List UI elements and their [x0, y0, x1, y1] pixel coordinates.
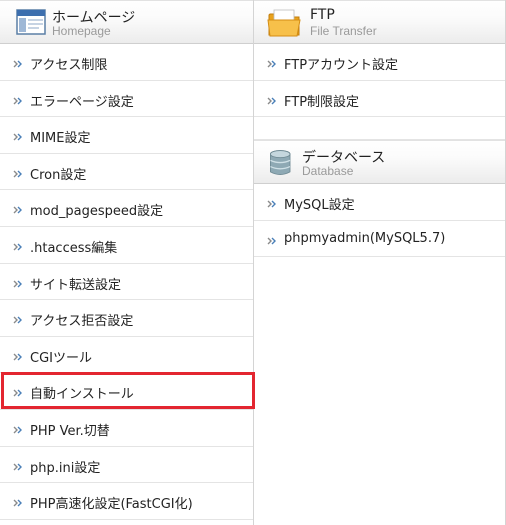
homepage-menu-item-4[interactable]: mod_pagespeed設定 — [0, 190, 253, 227]
arrow-icon — [13, 133, 22, 141]
ftp-menu-item-1[interactable]: FTP制限設定 — [254, 81, 505, 117]
menu-item-label: .htaccess編集 — [30, 240, 118, 256]
menu-item-label: MIME設定 — [30, 131, 91, 147]
arrow-icon — [13, 60, 22, 68]
homepage-menu: アクセス制限エラーページ設定 MIME設定 Cron設定 mod_pagespeed設… — [0, 44, 253, 520]
menu-item-label: phpmyadmin(MySQL5.7) — [284, 230, 446, 246]
homepage-menu-item-1[interactable]: エラーページ設定 — [0, 81, 253, 118]
menu-item-label: PHP高速化設定(FastCGI化) — [30, 497, 193, 513]
menu-item-label: Cron設定 — [30, 167, 87, 183]
homepage-section-header: ホームページ Homepage — [0, 0, 253, 44]
homepage-menu-item-0[interactable]: アクセス制限 — [0, 44, 253, 81]
menu-item-label: FTPアカウント設定 — [284, 58, 399, 73]
arrow-icon — [13, 243, 22, 251]
database-menu-item-1[interactable]: phpmyadmin(MySQL5.7) — [254, 221, 505, 257]
database-section-header: データベース Database — [254, 140, 505, 184]
ftp-section-header: FTP File Transfer — [254, 0, 505, 44]
arrow-icon — [13, 170, 22, 178]
arrow-icon — [267, 200, 276, 208]
arrow-icon — [13, 316, 22, 324]
menu-item-label: アクセス拒否設定 — [30, 314, 134, 330]
menu-item-label: エラーページ設定 — [30, 94, 134, 110]
homepage-menu-item-8[interactable]: CGIツール — [0, 337, 253, 374]
arrow-icon — [13, 280, 22, 288]
menu-item-label: MySQL設定 — [284, 198, 355, 213]
homepage-menu-item-3[interactable]: Cron設定 — [0, 154, 253, 191]
arrow-icon — [267, 97, 276, 104]
menu-item-label: FTP制限設定 — [284, 94, 360, 110]
ftp-title: FTP — [310, 7, 335, 23]
database-icon — [270, 150, 291, 175]
browser-window-icon — [16, 9, 46, 35]
homepage-menu-item-9[interactable]: 自動インストール — [0, 373, 253, 410]
arrow-icon — [13, 97, 22, 105]
menu-item-label: mod_pagespeed設定 — [30, 204, 164, 220]
folder-icon — [267, 9, 301, 37]
homepage-menu-item-12[interactable]: PHP高速化設定(FastCGI化) — [0, 483, 253, 520]
database-menu: MySQL設定 phpmyadmin(MySQL5.7) — [254, 184, 505, 257]
homepage-menu-item-5[interactable]: .htaccess編集 — [0, 227, 253, 264]
homepage-menu-item-7[interactable]: アクセス拒否設定 — [0, 300, 253, 337]
arrow-icon — [13, 389, 22, 397]
homepage-menu-item-6[interactable]: サイト転送設定 — [0, 264, 253, 301]
homepage-menu-item-10[interactable]: PHP Ver.切替 — [0, 410, 253, 447]
arrow-icon — [13, 463, 22, 471]
arrow-icon — [13, 426, 22, 434]
arrow-icon — [13, 353, 22, 361]
homepage-menu-item-11[interactable]: php.ini設定 — [0, 447, 253, 484]
ftp-menu-item-0[interactable]: FTPアカウント設定 — [254, 44, 505, 81]
ftp-subtitle: File Transfer — [310, 24, 377, 38]
ftp-menu: FTPアカウント設定 FTP制限設定 — [254, 44, 505, 117]
menu-item-label: 自動インストール — [30, 387, 134, 403]
database-subtitle: Database — [302, 164, 354, 178]
homepage-menu-item-2[interactable]: MIME設定 — [0, 117, 253, 154]
arrow-icon — [267, 237, 276, 244]
menu-item-label: php.ini設定 — [30, 460, 101, 476]
menu-item-label: サイト転送設定 — [30, 277, 122, 293]
ftp-database-column: FTP File Transfer FTPアカウント設定 FTP制限設定 データベ… — [254, 0, 506, 525]
menu-item-label: PHP Ver.切替 — [30, 423, 110, 439]
arrow-icon — [267, 60, 276, 68]
menu-item-label: CGIツール — [30, 350, 92, 366]
arrow-icon — [13, 499, 22, 507]
homepage-column: ホームページ Homepage アクセス制限エラーページ設定 MIME設定 Cron… — [0, 0, 254, 525]
database-menu-item-0[interactable]: MySQL設定 — [254, 184, 505, 221]
section-spacer — [254, 117, 505, 140]
homepage-subtitle: Homepage — [52, 24, 111, 38]
menu-item-label: アクセス制限 — [30, 58, 108, 73]
arrow-icon — [13, 206, 22, 214]
